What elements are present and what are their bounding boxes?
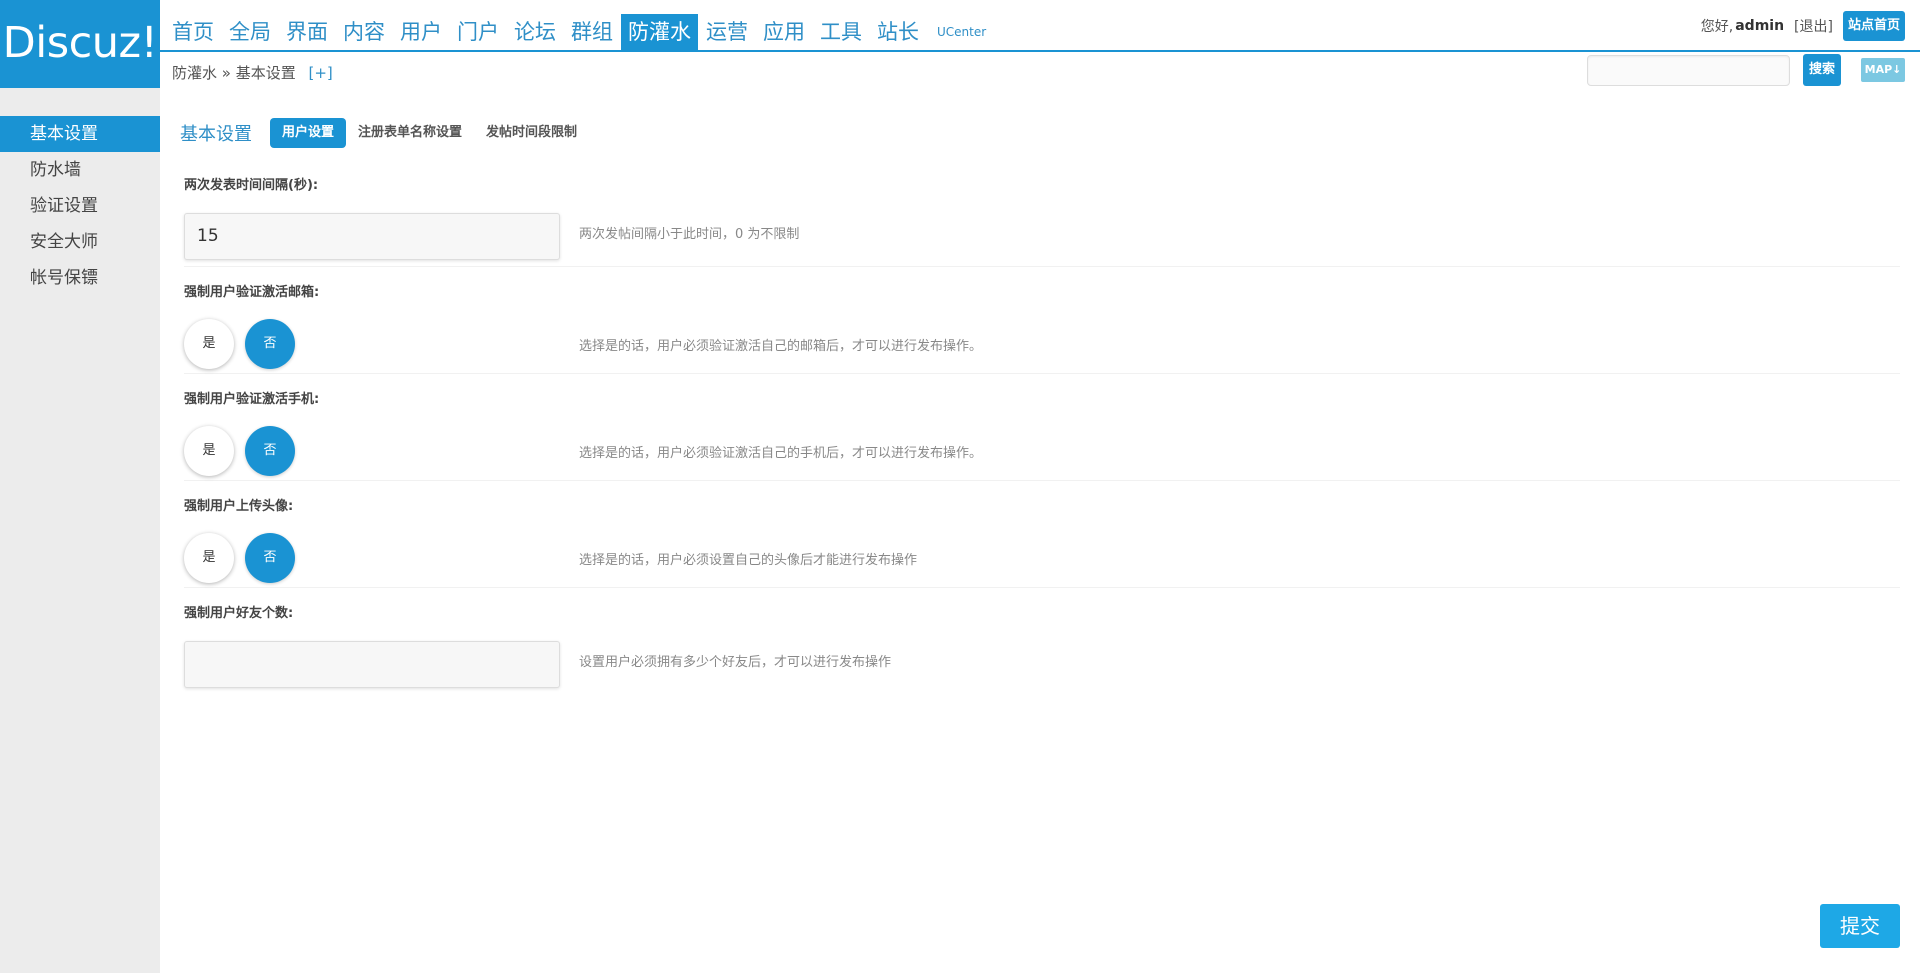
field-label: 两次发表时间间隔(秒):: [184, 178, 319, 193]
nav-item-antispam[interactable]: 防灌水: [621, 14, 698, 50]
search-input[interactable]: [1587, 55, 1790, 86]
breadcrumb-text: 防灌水 » 基本设置: [172, 64, 296, 82]
sidebar-item-account-guard[interactable]: 帐号保镖: [0, 260, 160, 296]
greeting-text: 您好,: [1700, 19, 1734, 35]
field-label: 强制用户上传头像:: [184, 499, 294, 514]
radio-no[interactable]: 否: [245, 319, 295, 369]
sidebar-item-basic-settings[interactable]: 基本设置: [0, 116, 160, 152]
nav-item-founder[interactable]: 站长: [870, 14, 926, 50]
form-row-force-mobile: 强制用户验证激活手机: 是 否 选择是的话，用户必须验证激活自己的手机后，才可以…: [184, 374, 1900, 481]
post-interval-input[interactable]: 15: [184, 213, 560, 260]
sidebar-item-firewall[interactable]: 防水墙: [0, 152, 160, 188]
form-row-friend-count: 强制用户好友个数: 设置用户必须拥有多少个好友后，才可以进行发布操作: [184, 588, 1900, 695]
form-row-force-email: 强制用户验证激活邮箱: 是 否 选择是的话，用户必须验证激活自己的邮箱后，才可以…: [184, 267, 1900, 374]
section-title: 基本设置: [180, 124, 252, 145]
nav-item-user[interactable]: 用户: [393, 14, 449, 50]
field-help: 选择是的话，用户必须验证激活自己的邮箱后，才可以进行发布操作。: [579, 339, 983, 354]
nav-item-group[interactable]: 群组: [564, 14, 620, 50]
field-help: 选择是的话，用户必须设置自己的头像后才能进行发布操作: [579, 553, 918, 568]
search-button[interactable]: 搜索: [1803, 54, 1841, 86]
nav-item-tools[interactable]: 工具: [813, 14, 869, 50]
user-info: 您好, admin [退出] 站点首页: [1701, 11, 1905, 41]
tab-post-time-limit[interactable]: 发帖时间段限制: [474, 118, 589, 148]
radio-yes[interactable]: 是: [184, 533, 234, 583]
friend-count-input[interactable]: [184, 641, 560, 688]
logo[interactable]: Discuz!: [0, 0, 160, 88]
nav-item-content[interactable]: 内容: [336, 14, 392, 50]
sidebar: 基本设置 防水墙 验证设置 安全大师 帐号保镖: [0, 88, 160, 973]
radio-no[interactable]: 否: [245, 533, 295, 583]
tab-register-form-names[interactable]: 注册表单名称设置: [346, 118, 474, 148]
nav-item-home[interactable]: 首页: [165, 14, 221, 50]
nav-item-portal[interactable]: 门户: [450, 14, 506, 50]
nav-item-style[interactable]: 界面: [279, 14, 335, 50]
map-button[interactable]: MAP↓: [1861, 58, 1905, 82]
field-label: 强制用户好友个数:: [184, 606, 294, 621]
nav-item-global[interactable]: 全局: [222, 14, 278, 50]
field-help: 两次发帖间隔小于此时间，0 为不限制: [579, 227, 800, 242]
nav-item-ucenter[interactable]: UCenter: [927, 14, 996, 50]
top-nav: 首页 全局 界面 内容 用户 门户 论坛 群组 防灌水 运营 应用 工具 站长 …: [160, 0, 1920, 52]
tab-user-settings[interactable]: 用户设置: [270, 118, 347, 148]
nav-item-plugin[interactable]: 应用: [756, 14, 812, 50]
field-help: 选择是的话，用户必须验证激活自己的手机后，才可以进行发布操作。: [579, 446, 983, 461]
form-row-force-avatar: 强制用户上传头像: 是 否 选择是的话，用户必须设置自己的头像后才能进行发布操作: [184, 481, 1900, 588]
field-label: 强制用户验证激活手机:: [184, 392, 320, 407]
nav-menu: 首页 全局 界面 内容 用户 门户 论坛 群组 防灌水 运营 应用 工具 站长 …: [165, 14, 997, 50]
add-shortcut-link[interactable]: [+]: [309, 64, 333, 82]
field-help: 设置用户必须拥有多少个好友后，才可以进行发布操作: [579, 655, 892, 670]
radio-yes[interactable]: 是: [184, 319, 234, 369]
settings-form: 两次发表时间间隔(秒): 15 两次发帖间隔小于此时间，0 为不限制 强制用户验…: [184, 160, 1900, 695]
nav-item-forum[interactable]: 论坛: [507, 14, 563, 50]
field-label: 强制用户验证激活邮箱:: [184, 285, 320, 300]
sidebar-item-security-master[interactable]: 安全大师: [0, 224, 160, 260]
logout-link[interactable]: [退出]: [1794, 16, 1833, 36]
site-home-button[interactable]: 站点首页: [1842, 11, 1905, 41]
radio-no[interactable]: 否: [245, 426, 295, 476]
submit-button[interactable]: 提交: [1820, 904, 1900, 948]
username: admin: [1735, 18, 1785, 34]
radio-yes[interactable]: 是: [184, 426, 234, 476]
tab-bar: 基本设置 用户设置 注册表单名称设置 发帖时间段限制: [180, 118, 589, 148]
form-row-post-interval: 两次发表时间间隔(秒): 15 两次发帖间隔小于此时间，0 为不限制: [184, 160, 1900, 267]
breadcrumb: 防灌水 » 基本设置 [+]: [172, 62, 333, 83]
nav-item-operation[interactable]: 运营: [699, 14, 755, 50]
sidebar-item-verify-settings[interactable]: 验证设置: [0, 188, 160, 224]
